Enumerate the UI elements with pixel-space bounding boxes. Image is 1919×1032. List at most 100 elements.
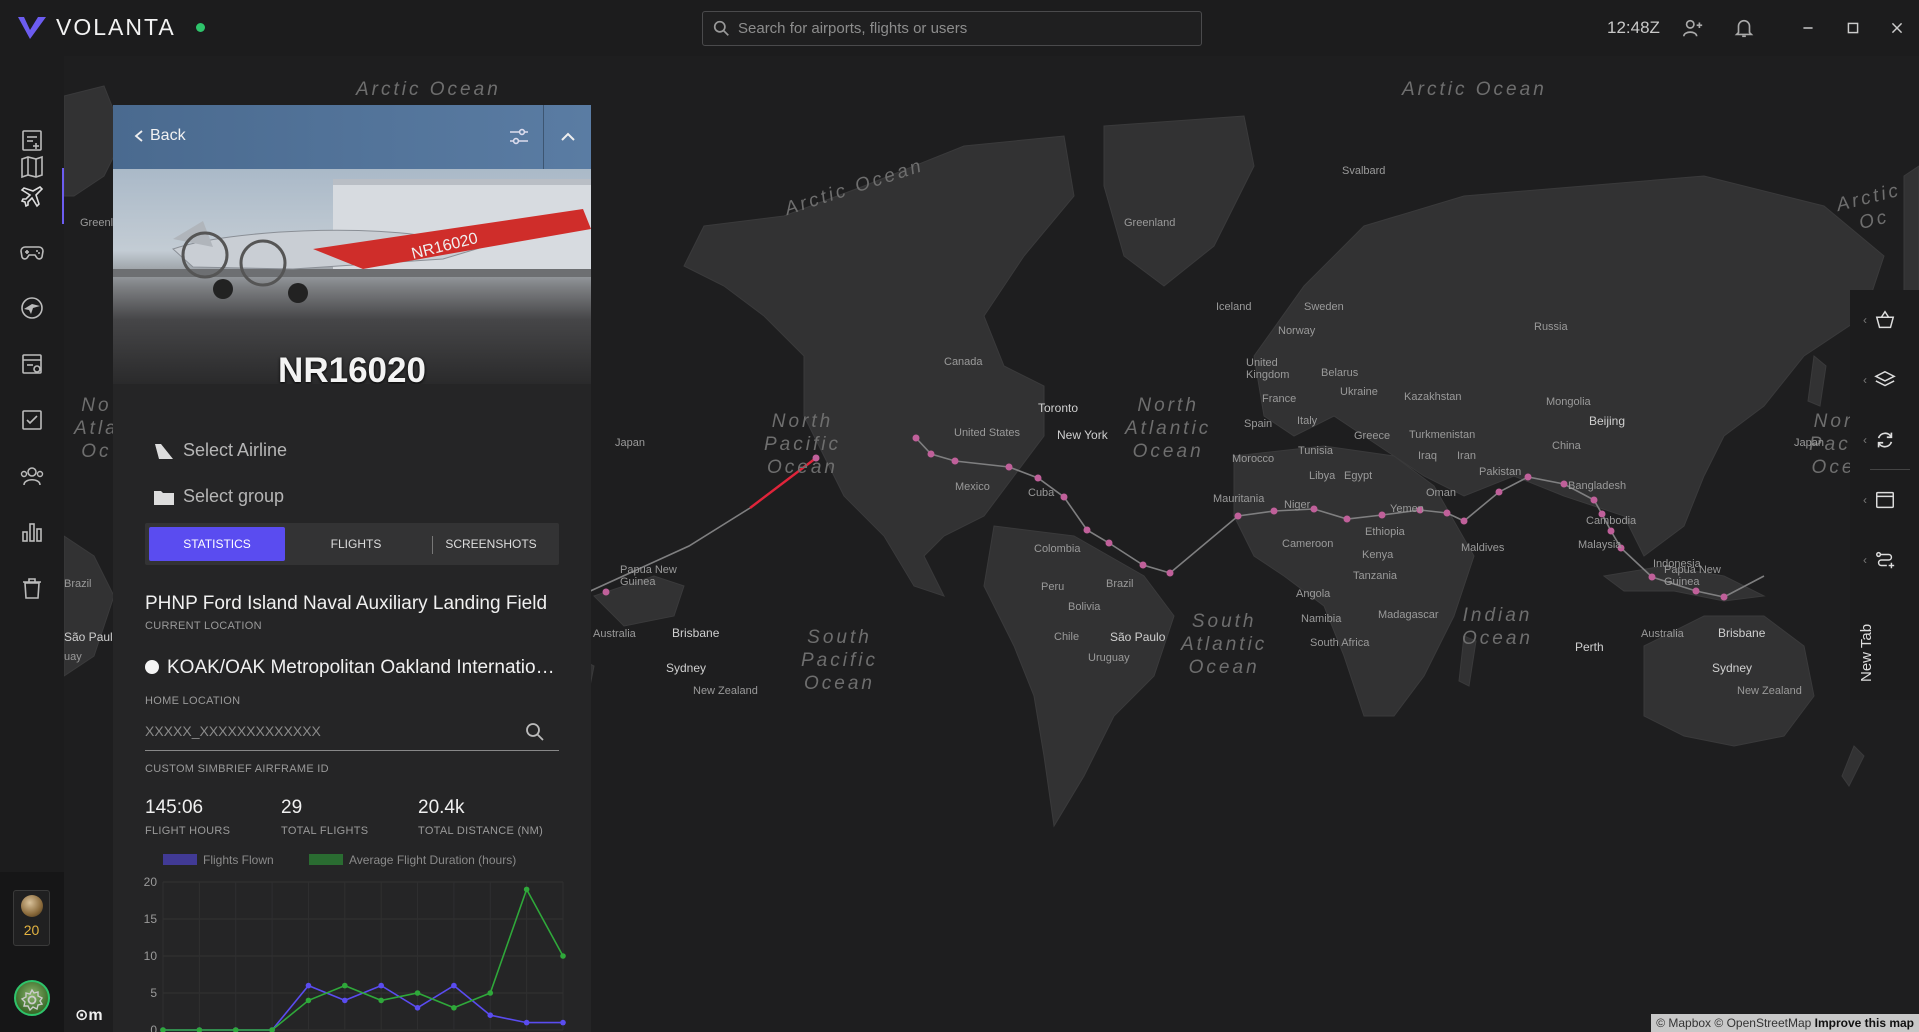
data-point[interactable] [342, 997, 348, 1004]
back-label: Back [150, 127, 186, 144]
legend-label[interactable]: Flights Flown [203, 853, 274, 867]
map-place: Ukraine [1340, 386, 1378, 398]
friends-button[interactable] [1679, 14, 1707, 42]
tab-statistics[interactable]: STATISTICS [149, 527, 285, 561]
rail-item-layers[interactable]: ‹ [1850, 350, 1919, 410]
tab-screenshots[interactable]: SCREENSHOTS [423, 527, 559, 561]
statistics-icon [22, 523, 42, 542]
tab-flights[interactable]: FLIGHTS [288, 527, 424, 561]
nav-item-airlines[interactable] [0, 280, 64, 336]
data-point[interactable] [451, 982, 457, 989]
mapbox-logo[interactable]: ⊙m [75, 1005, 103, 1025]
data-point[interactable] [378, 982, 384, 989]
select-airline-button[interactable]: Select Airline [153, 440, 287, 461]
nav-item-statistics[interactable] [0, 504, 64, 560]
data-point[interactable] [560, 953, 566, 959]
data-point[interactable] [451, 1005, 457, 1011]
home-location-row[interactable]: KOAK/OAK Metropolitan Oakland Internatio… [145, 657, 565, 679]
data-point[interactable] [487, 990, 494, 996]
map-place: Egypt [1344, 470, 1373, 482]
map-place: Canada [944, 356, 983, 368]
data-point[interactable] [523, 1019, 530, 1026]
app-name: VOLANTA [56, 14, 176, 40]
chevron-up-icon[interactable] [556, 125, 580, 149]
data-point[interactable] [160, 1027, 166, 1032]
level-badge[interactable]: 20 [13, 890, 50, 946]
settings-button[interactable] [20, 988, 44, 1017]
rail-item-route[interactable]: ‹ [1850, 530, 1919, 590]
chevron-left-icon: ‹ [1863, 313, 1867, 327]
statistics-chart: Flights Flown Average Flight Duration (ho… [144, 853, 566, 1032]
legend-swatch[interactable] [163, 854, 197, 865]
map-place: Sweden [1304, 301, 1344, 313]
y-tick-label: 20 [144, 875, 158, 889]
map-city: Brisbane [672, 626, 720, 640]
map-place: Cambodia [1586, 515, 1637, 527]
app-logo[interactable]: VOLANTA [16, 14, 205, 41]
data-point[interactable] [305, 997, 312, 1004]
legend-label[interactable]: Average Flight Duration (hours) [349, 853, 516, 867]
data-point[interactable] [414, 990, 421, 996]
aircraft-icon [20, 186, 44, 208]
back-button[interactable]: Back [133, 127, 186, 145]
notifications-button[interactable] [1730, 14, 1758, 42]
search-bar[interactable] [702, 11, 1202, 46]
data-point[interactable] [342, 982, 348, 989]
data-point[interactable] [232, 1027, 239, 1032]
home-location-label: HOME LOCATION [145, 695, 241, 707]
nav-item-simulator[interactable] [0, 224, 64, 280]
chevron-left-icon: ‹ [1863, 373, 1867, 387]
stat-flight-hours: 145:06 FLIGHT HOURS [145, 797, 230, 837]
data-point[interactable] [378, 997, 384, 1004]
map-place: Belarus [1321, 367, 1359, 379]
nav-item-aircraft[interactable] [0, 168, 64, 224]
simbrief-field[interactable] [145, 715, 559, 751]
rail-item-refresh[interactable]: ‹ [1850, 410, 1919, 470]
layers-icon [1873, 370, 1896, 387]
rail-item-marketplace[interactable]: ‹ [1850, 290, 1919, 350]
minimize-button[interactable] [1794, 14, 1822, 42]
current-location-value[interactable]: PHNP Ford Island Naval Auxiliary Landing… [145, 593, 565, 615]
data-point[interactable] [305, 982, 312, 989]
mapbox-attribution-link[interactable]: © Mapbox [1656, 1016, 1711, 1030]
select-group-button[interactable]: Select group [153, 486, 284, 507]
airline-icon [21, 297, 43, 319]
user-add-icon [1683, 19, 1703, 37]
filter-settings-icon[interactable] [507, 125, 531, 149]
simbrief-airframe-input[interactable] [145, 715, 515, 747]
bell-icon [1734, 19, 1754, 38]
window-icon [1875, 491, 1894, 509]
maximize-button[interactable] [1839, 14, 1867, 42]
search-icon[interactable] [525, 722, 545, 742]
data-point[interactable] [414, 1005, 421, 1011]
left-navigation: 20 [0, 56, 64, 1032]
map-place: China [1552, 440, 1581, 452]
osm-attribution-link[interactable]: © OpenStreetMap [1714, 1016, 1811, 1030]
y-tick-label: 5 [150, 986, 157, 1000]
data-point[interactable] [523, 886, 530, 893]
new-tab-button[interactable]: New Tab [1850, 590, 1890, 700]
ocean-label: Arctic Ocean [356, 79, 501, 100]
map-place: uay [64, 651, 82, 663]
nav-item-community[interactable] [0, 448, 64, 504]
map-place: Angola [1296, 588, 1331, 600]
nav-item-flight-plan[interactable] [0, 112, 64, 168]
search-input[interactable] [738, 20, 1178, 37]
map-place: Australia [593, 628, 636, 640]
map-place: Morocco [1232, 453, 1275, 465]
rail-item-window[interactable]: ‹ [1850, 470, 1919, 530]
nav-item-trash[interactable] [0, 560, 64, 616]
improve-map-link[interactable]: Improve this map [1815, 1016, 1914, 1030]
data-point[interactable] [560, 1019, 566, 1026]
legend-swatch[interactable] [309, 854, 343, 865]
close-button[interactable] [1883, 14, 1911, 42]
map-place: Bolivia [1068, 601, 1101, 613]
data-point[interactable] [196, 1027, 203, 1032]
data-point[interactable] [487, 1012, 494, 1018]
stat-value: 29 [281, 797, 303, 818]
nav-item-logbook[interactable] [0, 336, 64, 392]
nav-item-tasks[interactable] [0, 392, 64, 448]
panel-header: Back [113, 105, 591, 169]
map-place: Greece [1354, 430, 1391, 442]
chevron-left-icon: ‹ [1863, 553, 1867, 567]
